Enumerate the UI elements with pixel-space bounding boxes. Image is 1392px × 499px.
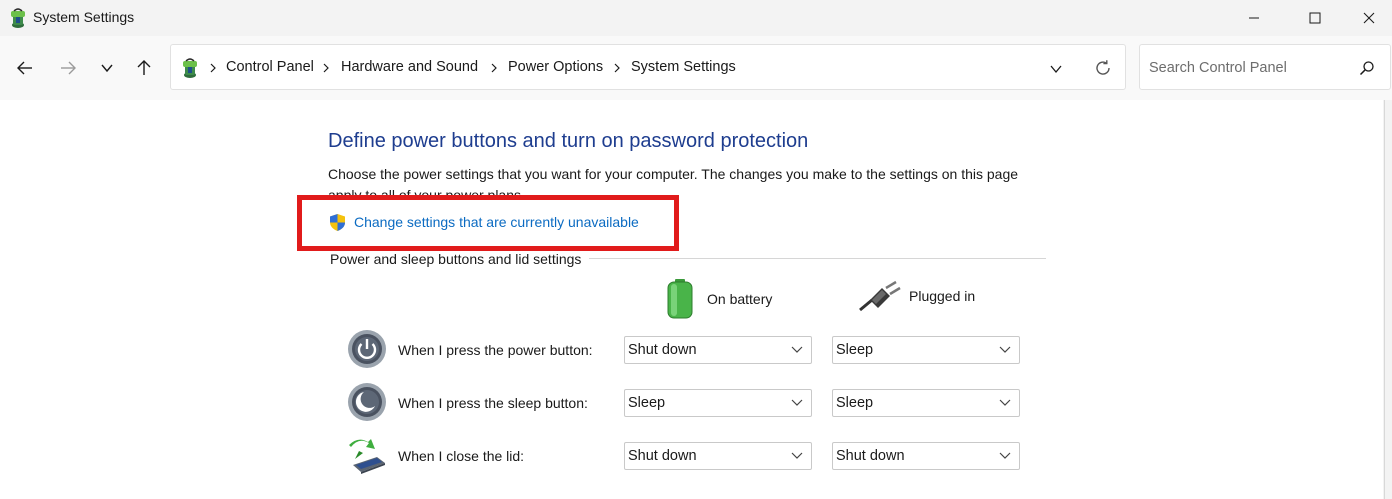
maximize-button[interactable] [1292, 0, 1338, 36]
select-value: Sleep [836, 342, 874, 358]
minimize-icon [1249, 17, 1259, 19]
close-lid-row: When I close the lid: Shut down Shut dow… [345, 435, 1025, 479]
laptop-lid-icon [349, 439, 385, 474]
sleep-button-row: When I press the sleep button: Sleep Sle… [345, 382, 1025, 426]
highlight-annotation-box [297, 195, 679, 251]
scrollbar-divider [1384, 100, 1385, 499]
sleep-button-on-battery-select[interactable]: Sleep [624, 389, 812, 417]
breadcrumb-power-options[interactable]: Power Options [508, 59, 603, 75]
chevron-down-icon [791, 399, 803, 406]
close-lid-on-battery-select[interactable]: Shut down [624, 442, 812, 470]
chevron-down-icon [999, 452, 1011, 459]
power-plug-icon [859, 280, 901, 312]
chevron-down-icon [791, 452, 803, 459]
search-box[interactable] [1139, 44, 1391, 90]
power-button-icon [348, 330, 386, 368]
on-battery-label: On battery [707, 291, 773, 307]
sleep-button-label: When I press the sleep button: [398, 395, 588, 411]
window-title: System Settings [33, 9, 135, 25]
refresh-button[interactable] [1091, 56, 1115, 80]
close-lid-label: When I close the lid: [398, 448, 525, 464]
breadcrumb-separator-icon [614, 63, 620, 73]
select-value: Sleep [836, 395, 874, 411]
chevron-down-icon [999, 399, 1011, 406]
close-lid-plugged-in-select[interactable]: Shut down [832, 442, 1020, 470]
breadcrumb-control-panel[interactable]: Control Panel [226, 59, 314, 75]
select-value: Shut down [628, 448, 697, 464]
arrow-up-icon [137, 60, 151, 75]
chevron-down-icon [101, 64, 113, 73]
breadcrumb-separator-icon [210, 63, 216, 73]
power-button-row: When I press the power button: Shut down… [345, 329, 1025, 373]
minimize-button[interactable] [1231, 0, 1277, 36]
arrow-left-icon [17, 61, 32, 75]
select-value: Shut down [628, 342, 697, 358]
sleep-button-plugged-in-select[interactable]: Sleep [832, 389, 1020, 417]
content-pane: Define power buttons and turn on passwor… [0, 100, 1383, 499]
power-button-on-battery-select[interactable]: Shut down [624, 336, 812, 364]
breadcrumb-separator-icon [323, 63, 329, 73]
title-bar: System Settings [0, 0, 1392, 36]
page-description: Choose the power settings that you want … [328, 166, 1019, 198]
search-icon[interactable] [1358, 59, 1376, 77]
plugged-in-label: Plugged in [909, 288, 976, 304]
chevron-down-icon [999, 346, 1011, 353]
chevron-down-icon [1050, 65, 1062, 74]
navigation-bar: Control Panel Hardware and Sound Power O… [0, 36, 1392, 100]
power-button-plugged-in-select[interactable]: Sleep [832, 336, 1020, 364]
page-title: Define power buttons and turn on passwor… [328, 130, 809, 152]
sleep-button-icon [348, 383, 386, 421]
close-icon [1363, 12, 1375, 24]
recent-locations-button[interactable] [94, 55, 120, 81]
address-history-button[interactable] [1045, 58, 1067, 80]
control-panel-icon [183, 58, 197, 78]
back-button[interactable] [12, 55, 38, 81]
section-label: Power and sleep buttons and lid settings [330, 251, 590, 267]
select-value: Sleep [628, 395, 666, 411]
close-button[interactable] [1346, 0, 1392, 36]
refresh-icon [1096, 60, 1110, 75]
breadcrumb-system-settings[interactable]: System Settings [631, 59, 736, 75]
forward-button[interactable] [55, 55, 81, 81]
breadcrumb-hardware-and-sound[interactable]: Hardware and Sound [341, 59, 478, 75]
address-bar[interactable]: Control Panel Hardware and Sound Power O… [170, 44, 1126, 90]
arrow-right-icon [61, 61, 76, 75]
breadcrumb-separator-icon [491, 63, 497, 73]
chevron-down-icon [791, 346, 803, 353]
maximize-icon [1309, 12, 1321, 24]
column-header-on-battery: On battery [665, 278, 772, 320]
power-button-label: When I press the power button: [398, 342, 593, 358]
select-value: Shut down [836, 448, 905, 464]
column-header-plugged-in: Plugged in [858, 278, 975, 314]
control-panel-app-icon [11, 8, 25, 28]
search-input[interactable] [1149, 57, 1349, 79]
battery-icon [667, 279, 693, 319]
up-button[interactable] [131, 55, 157, 81]
